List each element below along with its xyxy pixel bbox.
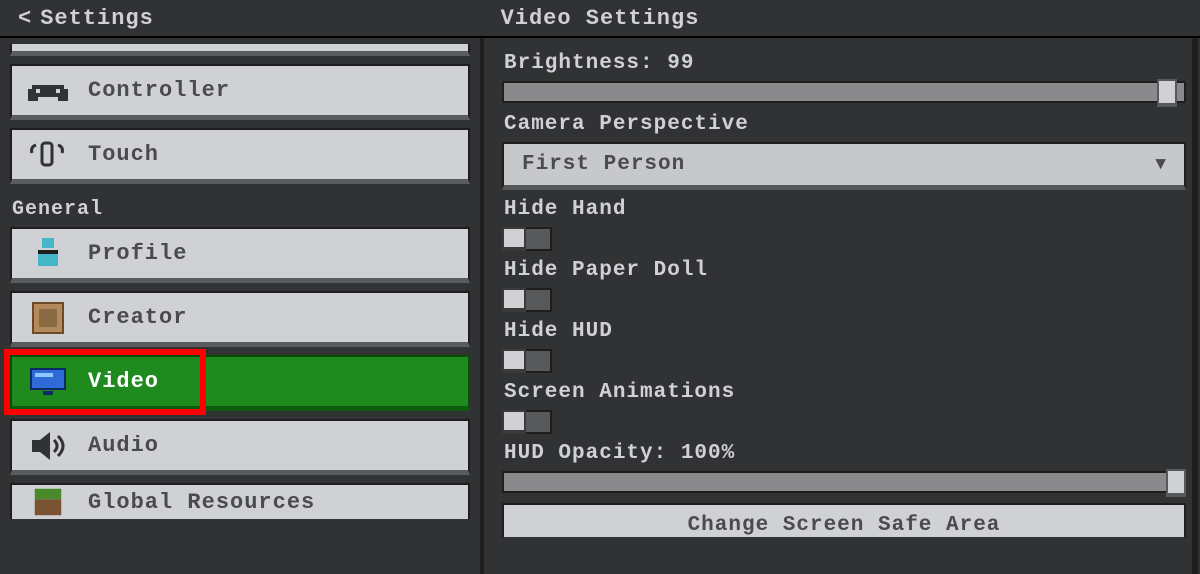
toggle-knob [502,349,526,373]
sidebar-section-general: General [0,192,480,227]
hide-hud-toggle[interactable] [502,349,552,373]
hud-opacity-label: HUD Opacity: 100% [504,442,1186,465]
sidebar-item-label: Profile [88,241,187,266]
sidebar-item-label: Global Resources [88,490,315,515]
global-resources-icon [26,483,70,521]
brightness-slider[interactable] [502,81,1186,103]
sidebar-item-profile[interactable]: Profile [10,227,470,283]
sidebar-item-label: Controller [88,78,230,103]
touch-icon [26,136,70,174]
video-settings-panel: Brightness: 99 Camera Perspective First … [484,38,1200,574]
screen-animations-label: Screen Animations [504,381,1186,404]
back-button[interactable]: < Settings [0,0,168,36]
back-label: Settings [40,6,154,31]
camera-perspective-dropdown[interactable]: First Person ▼ [502,142,1186,190]
sidebar-item-label: Creator [88,305,187,330]
toggle-knob [502,288,526,312]
video-icon [26,363,70,401]
page-title: Video Settings [0,6,1200,31]
toggle-knob [502,410,526,434]
chevron-down-icon: ▼ [1155,155,1166,175]
sidebar-item-controller[interactable]: Controller [10,64,470,120]
chevron-left-icon: < [18,6,32,31]
sidebar-item-touch[interactable]: Touch [10,128,470,184]
change-screen-safe-area-button[interactable]: Change Screen Safe Area [502,503,1186,537]
profile-icon [26,235,70,273]
slider-thumb[interactable] [1157,79,1177,107]
sidebar-item-label: Audio [88,433,159,458]
button-label: Change Screen Safe Area [688,514,1001,537]
dropdown-value: First Person [522,153,685,176]
hide-hud-label: Hide HUD [504,320,1186,343]
creator-icon [26,299,70,337]
sidebar-item-audio[interactable]: Audio [10,419,470,475]
settings-sidebar: Controller Touch General Profile Creator [0,38,484,574]
hide-hand-toggle[interactable] [502,227,552,251]
hide-paper-doll-toggle[interactable] [502,288,552,312]
sidebar-item-global-resources[interactable]: Global Resources [10,483,470,519]
hide-paper-doll-label: Hide Paper Doll [504,259,1186,282]
slider-thumb[interactable] [1166,469,1186,497]
sidebar-item-creator[interactable]: Creator [10,291,470,347]
brightness-label: Brightness: 99 [504,52,1186,75]
sidebar-item-label: Touch [88,142,159,167]
sidebar-item-prev-partial[interactable] [10,44,470,56]
scrollbar[interactable] [1192,38,1198,574]
hide-hand-label: Hide Hand [504,198,1186,221]
screen-animations-toggle[interactable] [502,410,552,434]
audio-icon [26,427,70,465]
camera-perspective-label: Camera Perspective [504,113,1186,136]
controller-icon [26,72,70,110]
toggle-knob [502,227,526,251]
sidebar-item-label: Video [88,369,159,394]
sidebar-item-video[interactable]: Video [10,355,470,411]
hud-opacity-slider[interactable] [502,471,1186,493]
